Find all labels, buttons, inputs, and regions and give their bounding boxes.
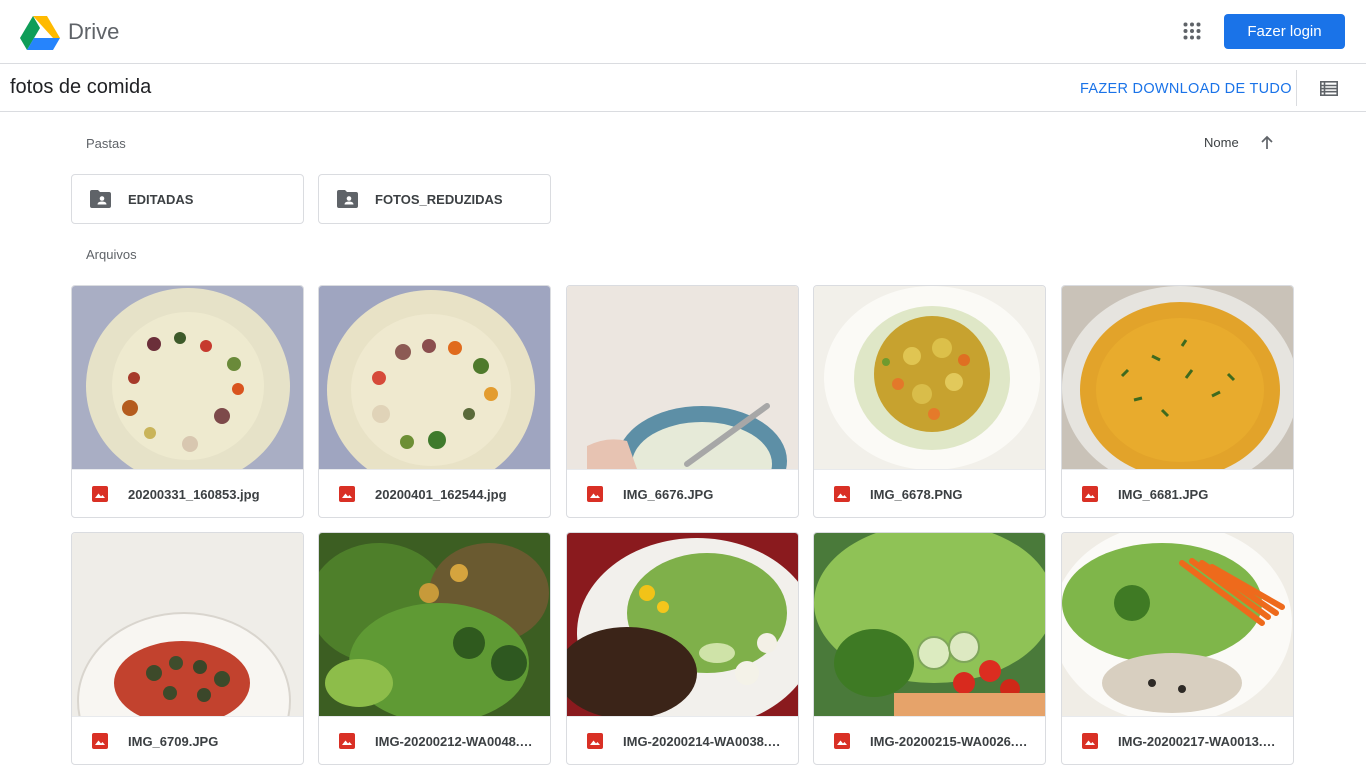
image-file-icon <box>1082 486 1098 502</box>
file-footer: IMG_6709.JPG <box>72 716 303 764</box>
file-name: 20200331_160853.jpg <box>128 487 260 502</box>
image-file-icon <box>587 733 603 749</box>
file-card[interactable]: IMG_6676.JPG <box>566 285 799 518</box>
file-footer: IMG_6676.JPG <box>567 469 798 517</box>
file-name: IMG_6681.JPG <box>1118 487 1209 502</box>
folder-header: fotos de comida FAZER DOWNLOAD DE TUDO <box>0 64 1366 112</box>
image-file-icon <box>1082 733 1098 749</box>
file-footer: IMG-20200215-WA0026.jpg <box>814 716 1045 764</box>
folders-section-label: Pastas <box>86 136 126 151</box>
file-footer: IMG-20200212-WA0048.j… <box>319 716 550 764</box>
file-name: IMG_6678.PNG <box>870 487 963 502</box>
file-card[interactable]: IMG-20200217-WA0013.j… <box>1061 532 1294 765</box>
file-thumbnail <box>1062 533 1293 716</box>
file-card[interactable]: IMG_6709.JPG <box>71 532 304 765</box>
folder-name: FOTOS_REDUZIDAS <box>375 192 503 207</box>
file-footer: 20200331_160853.jpg <box>72 469 303 517</box>
file-footer: IMG-20200214-WA0038.j… <box>567 716 798 764</box>
file-footer: IMG_6678.PNG <box>814 469 1045 517</box>
image-file-icon <box>92 486 108 502</box>
file-card[interactable]: 20200401_162544.jpg <box>318 285 551 518</box>
google-drive-logo-icon[interactable] <box>20 14 60 50</box>
file-thumbnail <box>567 286 798 469</box>
file-thumbnail <box>1062 286 1293 469</box>
shared-folder-icon <box>337 190 358 208</box>
file-card[interactable]: IMG-20200212-WA0048.j… <box>318 532 551 765</box>
file-thumbnail <box>72 286 303 469</box>
image-file-icon <box>587 486 603 502</box>
file-card[interactable]: 20200331_160853.jpg <box>71 285 304 518</box>
apps-grid-icon[interactable] <box>1176 15 1208 47</box>
file-thumbnail <box>319 533 550 716</box>
file-name: IMG_6709.JPG <box>128 734 219 749</box>
image-file-icon <box>339 733 355 749</box>
sort-by-name-button[interactable]: Nome <box>1204 135 1239 150</box>
file-name: IMG_6676.JPG <box>623 487 714 502</box>
download-all-button[interactable]: FAZER DOWNLOAD DE TUDO <box>1080 81 1292 97</box>
image-file-icon <box>834 733 850 749</box>
login-button[interactable]: Fazer login <box>1224 14 1345 49</box>
folder-title: fotos de comida <box>10 76 152 98</box>
shared-folder-icon <box>90 190 111 208</box>
file-thumbnail <box>814 533 1045 716</box>
file-name: IMG-20200212-WA0048.j… <box>375 734 535 749</box>
list-view-icon[interactable] <box>1314 76 1344 100</box>
top-bar: Drive Fazer login <box>0 0 1366 64</box>
folder-card-editadas[interactable]: EDITADAS <box>71 174 304 224</box>
file-card[interactable]: IMG_6681.JPG <box>1061 285 1294 518</box>
file-card[interactable]: IMG-20200214-WA0038.j… <box>566 532 799 765</box>
folder-card-fotos-reduzidas[interactable]: FOTOS_REDUZIDAS <box>318 174 551 224</box>
files-section-label: Arquivos <box>86 247 137 262</box>
file-name: IMG-20200215-WA0026.jpg <box>870 734 1030 749</box>
file-card[interactable]: IMG_6678.PNG <box>813 285 1046 518</box>
file-footer: IMG_6681.JPG <box>1062 469 1293 517</box>
file-card[interactable]: IMG-20200215-WA0026.jpg <box>813 532 1046 765</box>
file-footer: 20200401_162544.jpg <box>319 469 550 517</box>
file-name: 20200401_162544.jpg <box>375 487 507 502</box>
arrow-up-icon[interactable] <box>1258 134 1276 152</box>
file-thumbnail <box>72 533 303 716</box>
image-file-icon <box>92 733 108 749</box>
file-footer: IMG-20200217-WA0013.j… <box>1062 716 1293 764</box>
image-file-icon <box>834 486 850 502</box>
divider <box>1296 70 1297 106</box>
file-thumbnail <box>567 533 798 716</box>
file-name: IMG-20200214-WA0038.j… <box>623 734 783 749</box>
image-file-icon <box>339 486 355 502</box>
folder-name: EDITADAS <box>128 192 194 207</box>
app-name[interactable]: Drive <box>68 19 119 45</box>
file-thumbnail <box>319 286 550 469</box>
file-thumbnail <box>814 286 1045 469</box>
file-name: IMG-20200217-WA0013.j… <box>1118 734 1278 749</box>
